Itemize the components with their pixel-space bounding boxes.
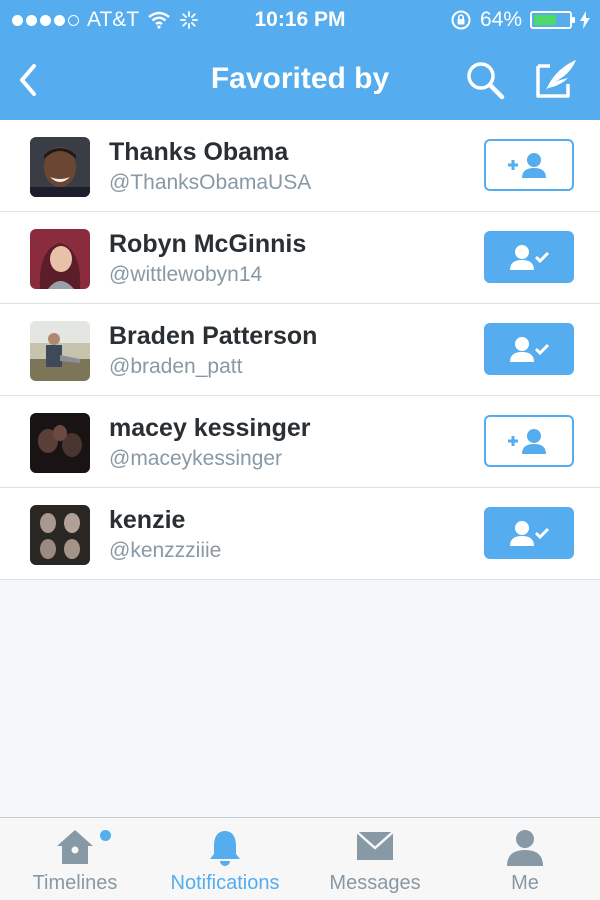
follow-button[interactable]: [484, 415, 574, 467]
orientation-lock-icon: [451, 10, 471, 30]
battery-level: [534, 15, 556, 25]
page-title: Favorited by: [210, 62, 390, 95]
tab-bar: Timelines Notifications Messages Me: [0, 817, 600, 900]
following-button[interactable]: [484, 507, 574, 559]
avatar[interactable]: [30, 229, 90, 289]
avatar[interactable]: [30, 321, 90, 381]
following-check-icon: [510, 521, 550, 546]
avatar[interactable]: [30, 505, 90, 565]
user-name[interactable]: Robyn McGinnis: [109, 230, 306, 259]
home-icon: [57, 830, 93, 864]
envelope-icon: [356, 831, 394, 860]
tab-label: Timelines: [32, 872, 118, 894]
bell-icon: [210, 831, 240, 866]
battery-percent: 64%: [479, 8, 522, 31]
user-row[interactable]: macey kessinger @maceykessinger: [0, 396, 600, 488]
status-right: 64%: [450, 8, 590, 32]
user-handle: @maceykessinger: [109, 447, 283, 470]
following-check-icon: [510, 245, 550, 270]
compose-tweet-icon[interactable]: [534, 56, 580, 102]
charging-bolt-icon: [580, 11, 590, 29]
tab-label: Messages: [329, 872, 421, 894]
user-row[interactable]: Robyn McGinnis @wittlewobyn14: [0, 212, 600, 304]
person-icon: [507, 830, 543, 866]
user-name[interactable]: kenzie: [109, 506, 185, 535]
user-handle: @wittlewobyn14: [109, 263, 263, 286]
following-button[interactable]: [484, 323, 574, 375]
status-bar: AT&T 10:16 PM 64%: [0, 0, 600, 40]
add-user-icon: [508, 429, 546, 454]
following-check-icon: [510, 337, 550, 362]
tab-label: Me: [511, 872, 539, 894]
unread-indicator: [100, 830, 111, 841]
avatar[interactable]: [30, 413, 90, 473]
user-name[interactable]: macey kessinger: [109, 414, 311, 443]
add-user-icon: [508, 153, 546, 178]
user-row[interactable]: Thanks Obama @ThanksObamaUSA: [0, 120, 600, 212]
battery-icon: [530, 11, 575, 29]
tab-messages[interactable]: Messages: [300, 818, 450, 900]
avatar[interactable]: [30, 137, 90, 197]
tab-notifications[interactable]: Notifications: [150, 818, 300, 900]
tab-label: Notifications: [170, 872, 280, 894]
user-handle: @kenzzziiie: [109, 539, 222, 562]
following-button[interactable]: [484, 231, 574, 283]
search-icon[interactable]: [463, 58, 507, 102]
tab-timelines[interactable]: Timelines: [0, 818, 150, 900]
tab-me[interactable]: Me: [450, 818, 600, 900]
user-row[interactable]: Braden Patterson @braden_patt: [0, 304, 600, 396]
user-name[interactable]: Braden Patterson: [109, 322, 317, 351]
user-row[interactable]: kenzie @kenzzziiie: [0, 488, 600, 580]
follow-button[interactable]: [484, 139, 574, 191]
user-name[interactable]: Thanks Obama: [109, 138, 288, 167]
favorited-by-list: Thanks Obama @ThanksObamaUSA Robyn McGin…: [0, 120, 600, 580]
user-handle: @braden_patt: [109, 355, 243, 378]
user-handle: @ThanksObamaUSA: [109, 171, 312, 194]
nav-bar: Favorited by: [0, 40, 600, 120]
